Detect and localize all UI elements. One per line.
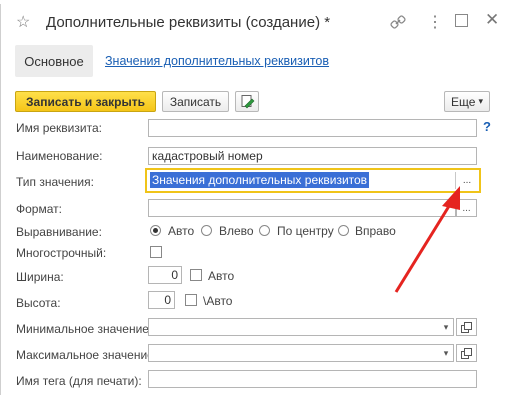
- title-label: Наименование:: [16, 149, 103, 163]
- tag-name-label: Имя тега (для печати):: [16, 374, 142, 388]
- height-auto-checkbox[interactable]: [185, 294, 197, 306]
- open-window-icon: [461, 321, 472, 333]
- open-window-icon: [461, 347, 472, 359]
- more-icon[interactable]: ⋮: [427, 12, 443, 32]
- min-value-label: Минимальное значение:: [16, 322, 153, 336]
- tag-name-field[interactable]: [148, 370, 477, 388]
- align-center-radio[interactable]: [259, 225, 270, 236]
- name-label: Имя реквизита:: [16, 121, 102, 135]
- align-right-radio[interactable]: [338, 225, 349, 236]
- annotation-arrow: [394, 186, 460, 293]
- width-field[interactable]: 0: [148, 266, 182, 284]
- align-auto-radio[interactable]: [150, 225, 161, 236]
- save-button[interactable]: Записать: [162, 91, 229, 112]
- max-value-label: Максимальное значение:: [16, 348, 158, 362]
- title-field[interactable]: кадастровый номер: [148, 147, 477, 165]
- type-value-selection: Значения дополнительных реквизитов: [150, 172, 370, 188]
- save-close-button[interactable]: Записать и закрыть: [15, 91, 156, 112]
- more-button[interactable]: Еще ▾: [444, 91, 490, 112]
- help-icon[interactable]: ?: [483, 119, 491, 134]
- multiline-checkbox[interactable]: [150, 246, 162, 258]
- min-value-field[interactable]: [148, 318, 454, 336]
- maximize-icon[interactable]: [455, 14, 468, 27]
- more-label: Еще: [451, 94, 476, 109]
- align-center-label: По центру: [277, 224, 334, 238]
- width-auto-checkbox[interactable]: [190, 269, 202, 281]
- max-dropdown-icon[interactable]: ▾: [438, 344, 454, 362]
- edit-doc-icon: [241, 95, 254, 109]
- edit-doc-button[interactable]: [235, 91, 259, 112]
- format-label: Формат:: [16, 202, 62, 216]
- name-field[interactable]: [148, 119, 477, 137]
- min-dropdown-icon[interactable]: ▾: [438, 318, 454, 336]
- height-auto-label: \Авто: [203, 294, 233, 308]
- align-label: Выравнивание:: [16, 225, 102, 239]
- type-label: Тип значения:: [16, 175, 94, 189]
- window-title: Дополнительные реквизиты (создание) *: [46, 14, 331, 31]
- max-value-field[interactable]: [148, 344, 454, 362]
- multiline-label: Многострочный:: [16, 246, 107, 260]
- width-auto-label: Авто: [208, 269, 235, 283]
- align-auto-label: Авто: [168, 224, 195, 238]
- link-icon[interactable]: [390, 14, 406, 30]
- close-icon[interactable]: ✕: [485, 10, 499, 30]
- tab-main[interactable]: Основное: [15, 45, 93, 77]
- width-label: Ширина:: [16, 270, 64, 284]
- tab-values-link[interactable]: Значения дополнительных реквизитов: [105, 54, 329, 68]
- align-left-radio[interactable]: [201, 225, 212, 236]
- chevron-down-icon: ▾: [478, 96, 483, 106]
- height-label: Высота:: [16, 296, 61, 310]
- height-field[interactable]: 0: [148, 291, 175, 309]
- align-left-label: Влево: [219, 224, 254, 238]
- star-icon[interactable]: ☆: [16, 12, 30, 32]
- min-open-button[interactable]: [456, 318, 477, 336]
- max-open-button[interactable]: [456, 344, 477, 362]
